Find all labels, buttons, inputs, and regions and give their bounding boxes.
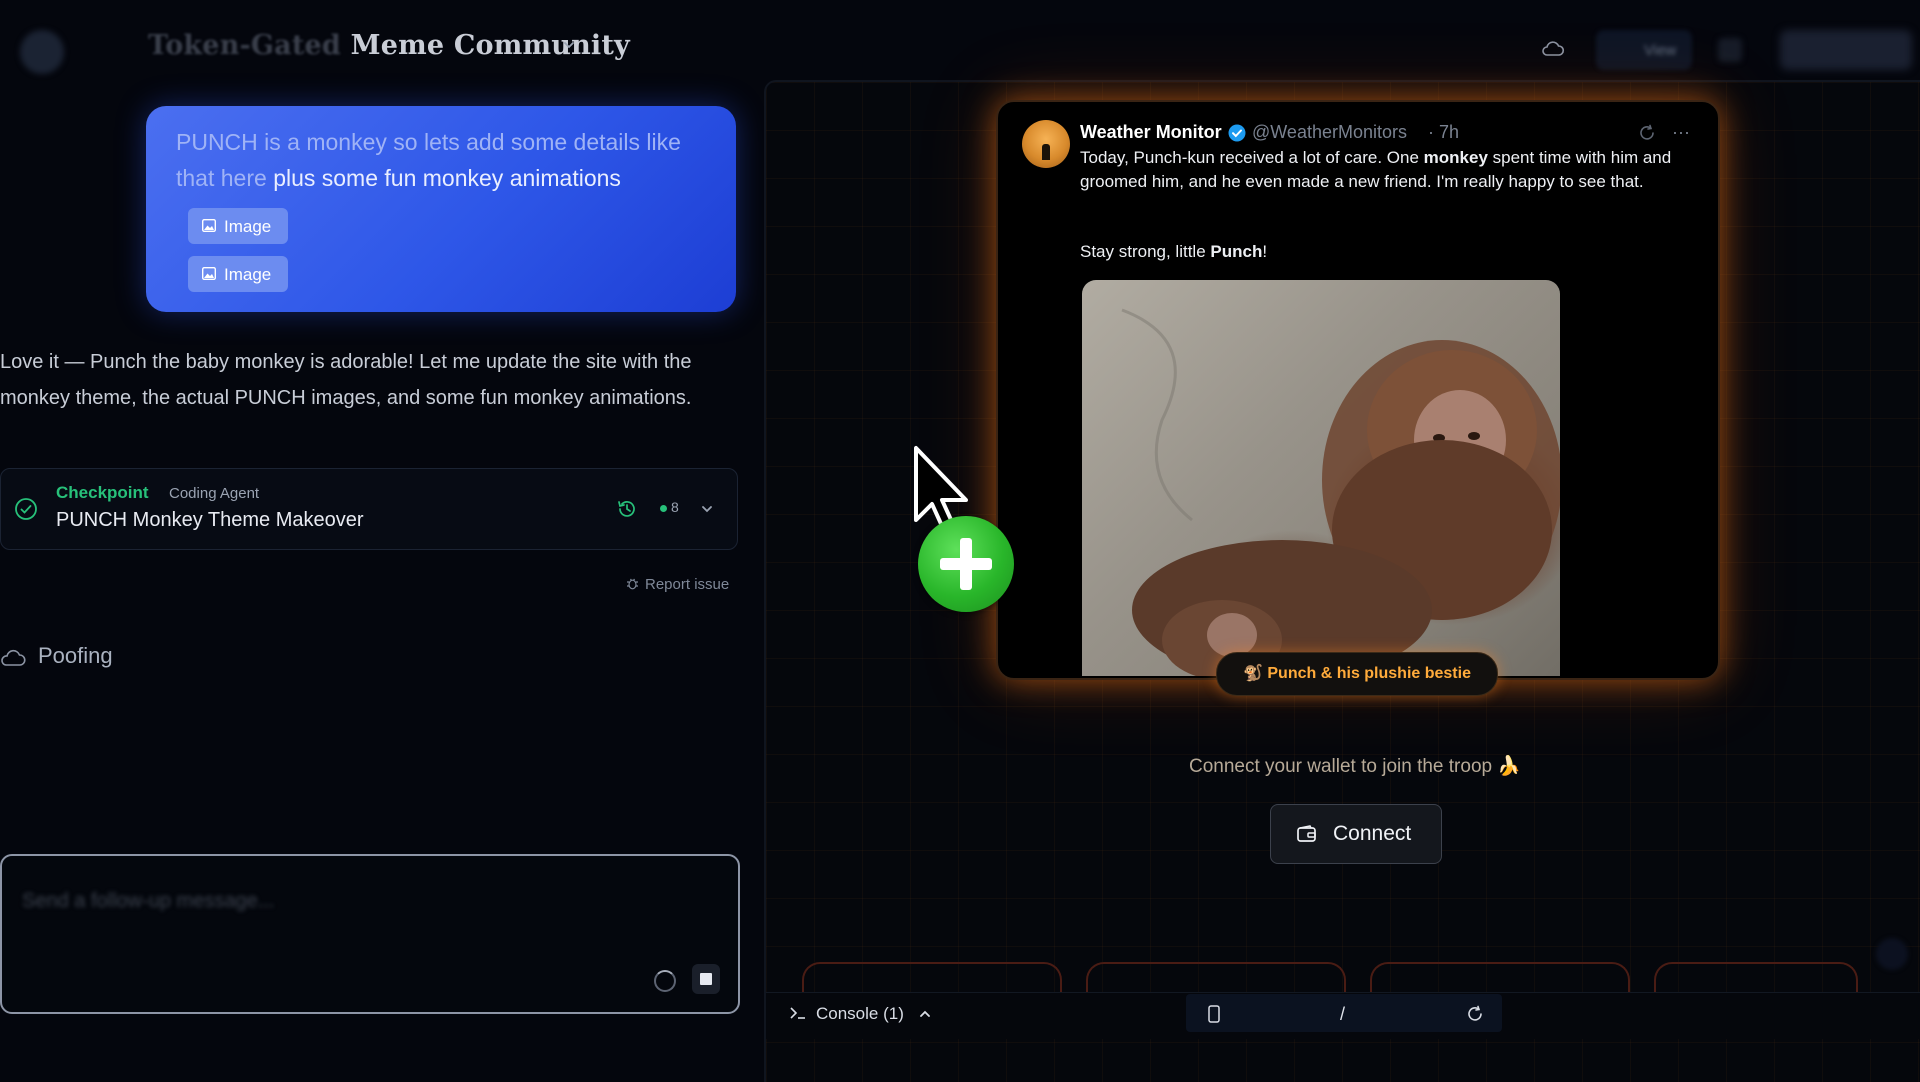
url-path[interactable]: / bbox=[1340, 1004, 1345, 1025]
checkpoint-agent: Coding Agent bbox=[169, 485, 260, 502]
agent-status-text: Poofing bbox=[38, 643, 113, 668]
stop-icon bbox=[700, 973, 712, 985]
report-issue-link[interactable]: Report issue bbox=[626, 576, 729, 593]
more-options-icon[interactable]: ··· bbox=[1672, 122, 1690, 143]
placeholder-faded: Send a follow-up message... bbox=[22, 890, 275, 912]
tweet-time: · 7h bbox=[1428, 122, 1460, 142]
view-button[interactable]: View bbox=[1596, 30, 1692, 70]
image-attachment-chip[interactable]: Image bbox=[188, 256, 288, 292]
verified-badge-icon bbox=[1228, 124, 1246, 142]
user-message-rest: plus some fun monkey animations bbox=[273, 165, 621, 191]
chevron-down-icon[interactable] bbox=[700, 502, 714, 516]
image-icon bbox=[202, 219, 216, 232]
project-title-text: Meme Community bbox=[350, 30, 630, 61]
console-toggle[interactable]: Console (1) bbox=[816, 1004, 904, 1024]
photo-caption-badge: 🐒 Punch & his plushie bestie bbox=[1216, 652, 1498, 696]
report-issue-label: Report issue bbox=[645, 576, 730, 593]
connect-wallet-button[interactable]: Connect bbox=[1270, 804, 1442, 864]
connect-button-label: Connect bbox=[1333, 822, 1412, 845]
stop-button[interactable] bbox=[692, 964, 720, 994]
avatar[interactable] bbox=[1022, 120, 1070, 168]
toolbar-icon[interactable] bbox=[1718, 38, 1742, 62]
assistant-message: Love it — Punch the baby monkey is adora… bbox=[0, 351, 692, 409]
chevron-down-icon[interactable] bbox=[562, 38, 576, 52]
image-icon bbox=[202, 267, 216, 280]
status-dot bbox=[660, 505, 667, 512]
monkey-photo-illustration bbox=[1121, 308, 1560, 676]
tweet-author-name[interactable]: Weather Monitor bbox=[1080, 122, 1222, 143]
share-button[interactable] bbox=[1780, 30, 1912, 70]
tweet-text: Today, Punch-kun received a lot of care.… bbox=[1080, 148, 1672, 191]
check-circle-icon bbox=[15, 498, 37, 520]
cloud-icon bbox=[1, 649, 26, 666]
cloud-icon[interactable] bbox=[1540, 38, 1566, 60]
message-input[interactable] bbox=[0, 854, 740, 1014]
project-title[interactable]: Token-Gated Meme Community bbox=[148, 30, 630, 61]
app-logo[interactable] bbox=[20, 30, 64, 74]
checkpoint-title: PUNCH Monkey Theme Makeover bbox=[56, 509, 364, 531]
wallet-prompt: Connect your wallet to join the troop 🍌 bbox=[1188, 756, 1522, 777]
mobile-device-icon[interactable] bbox=[1208, 1005, 1220, 1023]
wallet-icon bbox=[1297, 825, 1316, 842]
add-plus-icon bbox=[918, 516, 1014, 612]
checkpoint-label: Checkpoint bbox=[56, 483, 149, 502]
message-input-placeholder: Send a follow-up message... bbox=[22, 890, 274, 913]
history-icon[interactable] bbox=[616, 498, 638, 520]
terminal-icon bbox=[790, 1007, 805, 1019]
image-attachment-label: Image bbox=[224, 217, 272, 236]
image-attachment-chip[interactable]: Image bbox=[188, 208, 288, 244]
tweet-text-second: Stay strong, little Punch! bbox=[1080, 242, 1268, 261]
view-button-label: View bbox=[1644, 42, 1677, 59]
image-attachment-label: Image bbox=[224, 265, 272, 284]
checkpoint-count: 8 bbox=[671, 499, 679, 515]
user-message-text: PUNCH is a monkey so lets add some detai… bbox=[176, 124, 716, 196]
bug-icon bbox=[627, 578, 638, 590]
tweet-photo[interactable] bbox=[1082, 280, 1560, 676]
loading-spinner-icon bbox=[654, 970, 676, 992]
refresh-icon[interactable] bbox=[1466, 1005, 1484, 1023]
chevron-up-icon[interactable] bbox=[918, 1008, 932, 1020]
tweet-handle[interactable]: @WeatherMonitors bbox=[1252, 122, 1407, 143]
refresh-icon[interactable] bbox=[1638, 124, 1656, 142]
help-button[interactable] bbox=[1876, 938, 1908, 970]
project-title-faded: Token-Gated bbox=[148, 30, 342, 61]
